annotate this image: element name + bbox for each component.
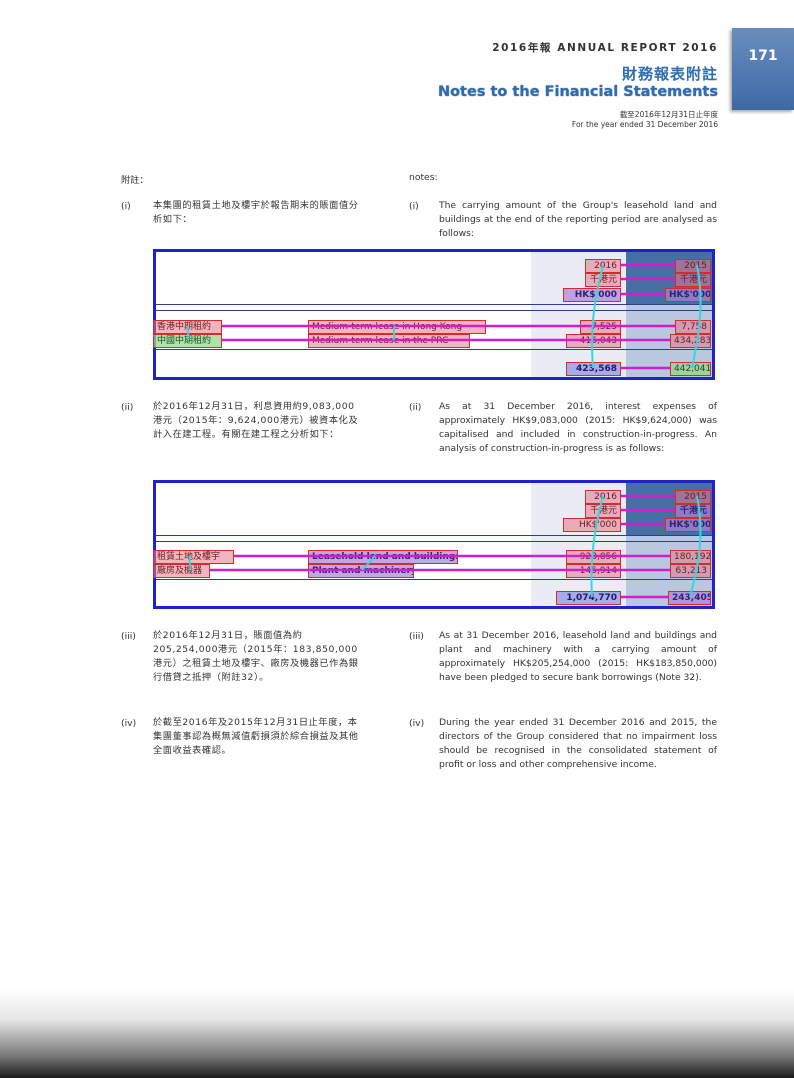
connector-line	[188, 555, 192, 571]
page-footer-shadow	[0, 988, 794, 1078]
note-iv-text-zh: 於截至2016年及2015年12月31日止年度，本集團董事認為概無減值虧損須於綜…	[153, 717, 359, 756]
note-iii-text-zh: 於2016年12月31日，賬面值為約205,254,000港元（2015年：18…	[153, 630, 359, 683]
note-iii-number-en: (iii)	[409, 631, 424, 642]
connector-overlay	[186, 263, 702, 599]
connector-line	[591, 264, 604, 369]
note-iii-number-zh: (iii)	[121, 631, 136, 642]
note-iv-number-en: (iv)	[409, 718, 425, 729]
note-iv-number-zh: (iv)	[121, 718, 137, 729]
connector-line	[392, 325, 396, 341]
note-iv-text-en: During the year ended 31 December 2016 a…	[439, 717, 717, 770]
connector-line	[689, 495, 702, 598]
connector-line	[361, 555, 376, 571]
connector-line	[186, 325, 190, 341]
note-iii-text-en: As at 31 December 2016, leasehold land a…	[439, 630, 717, 683]
connector-line	[590, 495, 604, 598]
connector-line	[691, 264, 702, 369]
